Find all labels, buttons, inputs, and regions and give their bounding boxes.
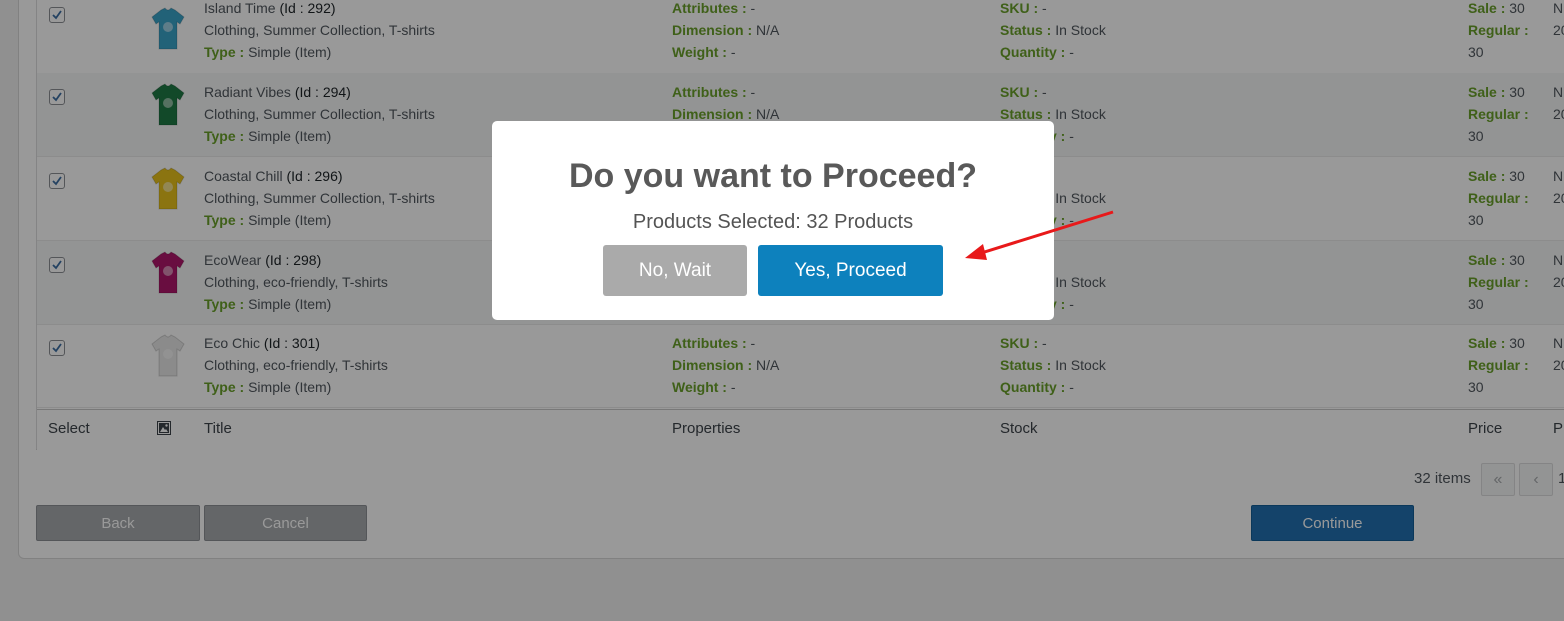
annotation-arrow-icon <box>965 210 1114 260</box>
